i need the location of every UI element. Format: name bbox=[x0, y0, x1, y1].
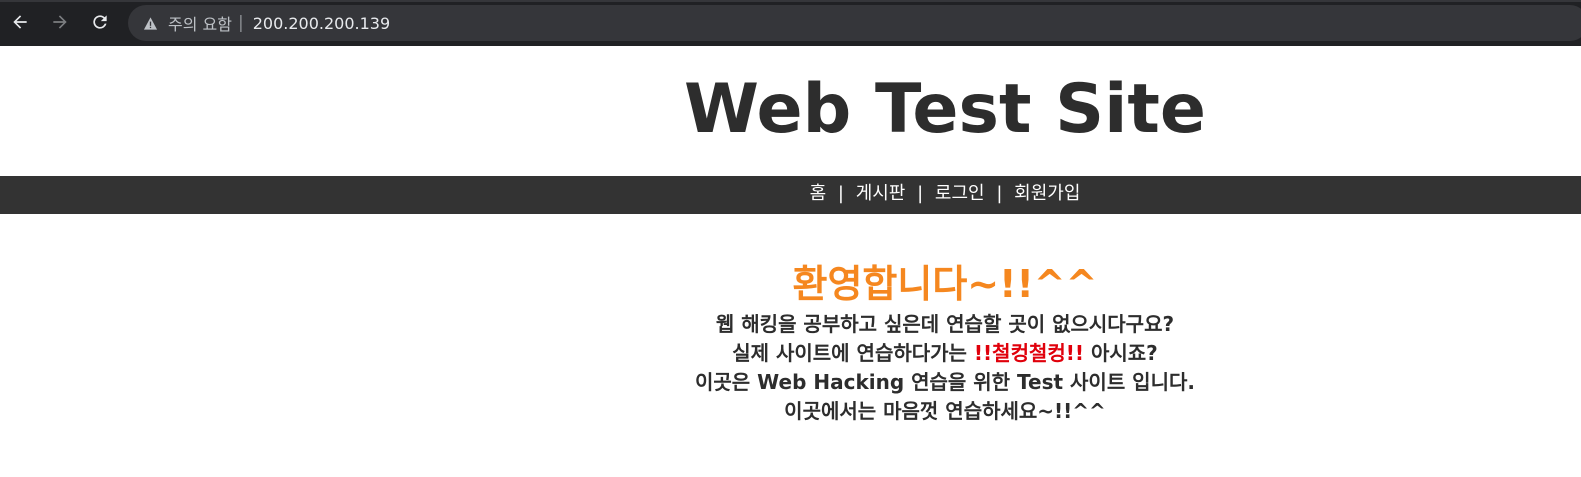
tab-strip-edge bbox=[0, 0, 1581, 2]
intro-line-1: 웹 해킹을 공부하고 싶은데 연습할 곳이 없으시다구요? bbox=[715, 312, 1175, 336]
nav-separator: | bbox=[996, 183, 1003, 204]
intro-line-4: 이곳에서는 마음껏 연습하세요~!!^^ bbox=[784, 399, 1106, 423]
nav-link-home[interactable]: 홈 bbox=[810, 183, 827, 204]
welcome-heading: 환영합니다~!!^^ bbox=[792, 262, 1098, 306]
reload-icon bbox=[93, 15, 107, 29]
arrow-left-icon bbox=[13, 15, 27, 29]
nav-separator: | bbox=[917, 183, 924, 204]
address-separator: | bbox=[237, 13, 244, 33]
intro-line-2: 실제 사이트에 연습하다가는 !!철컹철컹!! 아시죠? bbox=[0, 339, 1581, 368]
intro-line-3: 이곳은 Web Hacking 연습을 위한 Test 사이트 입니다. bbox=[695, 370, 1195, 394]
warning-triangle-icon[interactable] bbox=[142, 15, 158, 31]
arrow-right-icon bbox=[53, 15, 67, 29]
back-button[interactable] bbox=[9, 11, 31, 33]
intro-line-2-end: 아시죠? bbox=[1084, 341, 1158, 365]
site-nav-links: 홈 | 게시판 | 로그인 | 회원가입 bbox=[0, 176, 1581, 214]
welcome-section: 환영합니다~!!^^ 웹 해킹을 공부하고 싶은데 연습할 곳이 없으시다구요?… bbox=[0, 258, 1581, 426]
url-text[interactable]: 200.200.200.139 bbox=[253, 14, 390, 33]
reload-button[interactable] bbox=[89, 11, 111, 33]
address-bar[interactable]: 주의 요함 | 200.200.200.139 bbox=[128, 5, 1581, 41]
intro-line-2-start: 실제 사이트에 연습하다가는 bbox=[732, 341, 974, 365]
forward-button[interactable] bbox=[49, 11, 71, 33]
nav-link-signup[interactable]: 회원가입 bbox=[1014, 183, 1080, 204]
nav-link-board[interactable]: 게시판 bbox=[856, 183, 906, 204]
site-nav-bar: 홈 | 게시판 | 로그인 | 회원가입 bbox=[0, 176, 1581, 214]
warning-highlight-text: !!철컹철컹!! bbox=[973, 341, 1085, 365]
browser-toolbar: 주의 요함 | 200.200.200.139 bbox=[0, 0, 1581, 46]
nav-separator: | bbox=[837, 183, 844, 204]
site-title: Web Test Site bbox=[683, 70, 1207, 149]
security-warning-label[interactable]: 주의 요함 bbox=[168, 11, 232, 35]
nav-link-login[interactable]: 로그인 bbox=[935, 183, 985, 204]
